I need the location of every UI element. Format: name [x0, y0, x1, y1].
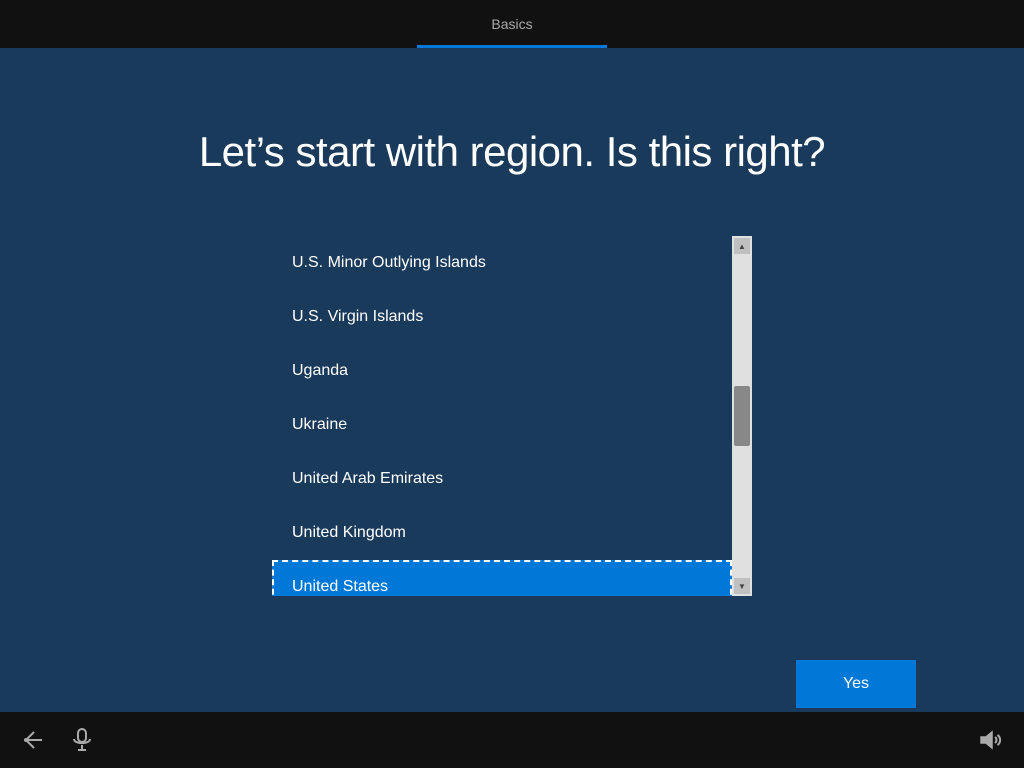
list-item[interactable]: Ukraine [272, 398, 732, 452]
top-bar: Basics [0, 0, 1024, 48]
list-item[interactable]: Uganda [272, 344, 732, 398]
page-title: Let’s start with region. Is this right? [199, 128, 825, 176]
bottom-bar [0, 712, 1024, 768]
bottom-left-icons [20, 726, 96, 754]
back-icon[interactable] [20, 726, 48, 754]
list-container: U.S. Minor Outlying IslandsU.S. Virgin I… [272, 236, 752, 596]
list-item[interactable]: U.S. Virgin Islands [272, 290, 732, 344]
bottom-right-icons [976, 726, 1004, 754]
main-content: Let’s start with region. Is this right? … [0, 48, 1024, 596]
scroll-up-button[interactable]: ▲ [734, 238, 750, 254]
list-item[interactable]: U.S. Minor Outlying Islands [272, 236, 732, 290]
list-item[interactable]: United Arab Emirates [272, 452, 732, 506]
list-item[interactable]: United States [272, 560, 732, 596]
mic-icon[interactable] [68, 726, 96, 754]
list-item[interactable]: United Kingdom [272, 506, 732, 560]
yes-button[interactable]: Yes [796, 660, 916, 708]
scrollbar-track[interactable]: ▲ ▼ [732, 236, 752, 596]
region-list[interactable]: U.S. Minor Outlying IslandsU.S. Virgin I… [272, 236, 732, 596]
top-bar-underline [417, 45, 607, 48]
scroll-down-button[interactable]: ▼ [734, 578, 750, 594]
top-bar-title: Basics [491, 16, 532, 32]
volume-icon[interactable] [976, 726, 1004, 754]
scrollbar-thumb[interactable] [734, 386, 750, 446]
